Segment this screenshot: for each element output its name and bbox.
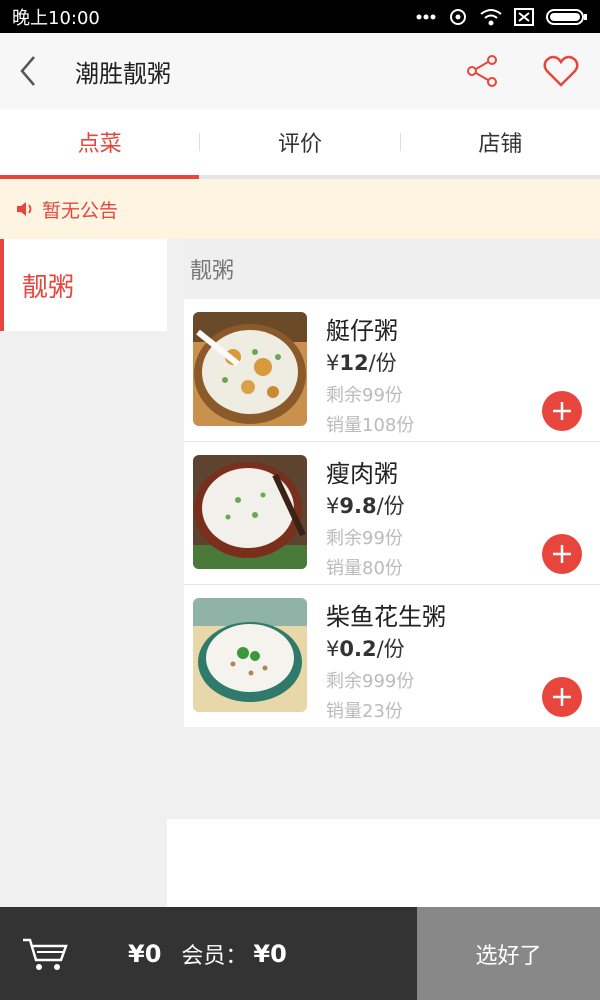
plus-icon: [553, 402, 571, 420]
member-label: 会员：: [181, 943, 248, 969]
dish-price: ¥12/份: [326, 347, 397, 377]
price-amount: 0.2: [339, 637, 377, 661]
status-icons: [416, 7, 588, 27]
dish-image: [193, 598, 307, 712]
currency-symbol: ¥: [326, 351, 340, 375]
cart-icon[interactable]: [0, 936, 90, 972]
add-to-cart-button[interactable]: [542, 391, 582, 431]
currency-symbol: ¥: [326, 494, 340, 518]
price-unit: /份: [376, 494, 405, 518]
category-list: 靓粥: [0, 239, 167, 907]
sim-off-icon: [514, 7, 534, 26]
dish-price: ¥0.2/份: [326, 633, 405, 663]
list-empty-area-top: [167, 727, 600, 819]
dish-name: 艇仔粥: [326, 317, 398, 345]
category-item-congee[interactable]: 靓粥: [0, 239, 167, 331]
cart-total: ¥0: [128, 939, 162, 968]
section-title: 靓粥: [184, 239, 600, 299]
price-unit: /份: [376, 637, 405, 661]
checkout-bar: ¥0 会员： ¥0 选好了: [0, 907, 600, 1000]
dish-name: 柴鱼花生粥: [326, 603, 446, 631]
more-dots-icon: [416, 14, 436, 20]
dish-sales: 销量23份: [326, 701, 403, 722]
hotspot-icon: [448, 7, 468, 27]
confirm-button[interactable]: 选好了: [417, 907, 600, 1000]
dish-stock: 剩余99份: [326, 385, 403, 406]
wifi-icon: [480, 8, 502, 26]
dish-name: 瘦肉粥: [326, 460, 398, 488]
tab-reviews[interactable]: 评价: [200, 109, 399, 175]
back-button[interactable]: [0, 33, 55, 109]
plus-icon: [553, 545, 571, 563]
battery-icon: [546, 8, 588, 26]
dish-sales: 销量80份: [326, 558, 403, 579]
cart-summary[interactable]: ¥0 会员： ¥0: [0, 907, 417, 1000]
tab-order[interactable]: 点菜: [0, 109, 200, 179]
back-arrow-icon: [19, 56, 35, 86]
price-unit: /份: [368, 351, 397, 375]
dish-sales: 销量108份: [326, 415, 415, 436]
dish-item[interactable]: 瘦肉粥 ¥9.8/份 剩余99份 销量80份: [184, 442, 600, 585]
dish-image: [193, 312, 307, 426]
dish-item[interactable]: 柴鱼花生粥 ¥0.2/份 剩余999份 销量23份: [184, 585, 600, 728]
announcement-bar: 暂无公告: [0, 179, 600, 239]
currency-symbol: ¥: [326, 637, 340, 661]
tab-shop[interactable]: 店铺: [401, 109, 600, 175]
dish-image: [193, 455, 307, 569]
dish-price: ¥9.8/份: [326, 490, 405, 520]
price-amount: 12: [339, 351, 369, 375]
dish-stock: 剩余999份: [326, 671, 415, 692]
share-icon: [467, 55, 497, 87]
announcement-text: 暂无公告: [42, 199, 119, 222]
dish-item[interactable]: 艇仔粥 ¥12/份 剩余99份 销量108份: [184, 299, 600, 442]
favorite-button[interactable]: [522, 33, 600, 109]
heart-icon: [543, 55, 579, 87]
tab-bar: 点菜 评价 店铺: [0, 109, 600, 179]
add-to-cart-button[interactable]: [542, 534, 582, 574]
add-to-cart-button[interactable]: [542, 677, 582, 717]
member-price: ¥0: [253, 939, 287, 968]
share-button[interactable]: [444, 33, 522, 109]
page-title: 潮胜靓粥: [75, 59, 171, 88]
dish-stock: 剩余99份: [326, 528, 403, 549]
plus-icon: [553, 688, 571, 706]
header-actions: [444, 33, 600, 109]
status-bar: 晚上10:00: [0, 0, 600, 33]
status-time: 晚上10:00: [12, 7, 100, 29]
price-amount: 9.8: [339, 494, 377, 518]
speaker-icon: [16, 201, 34, 217]
app-header: 潮胜靓粥: [0, 33, 600, 109]
